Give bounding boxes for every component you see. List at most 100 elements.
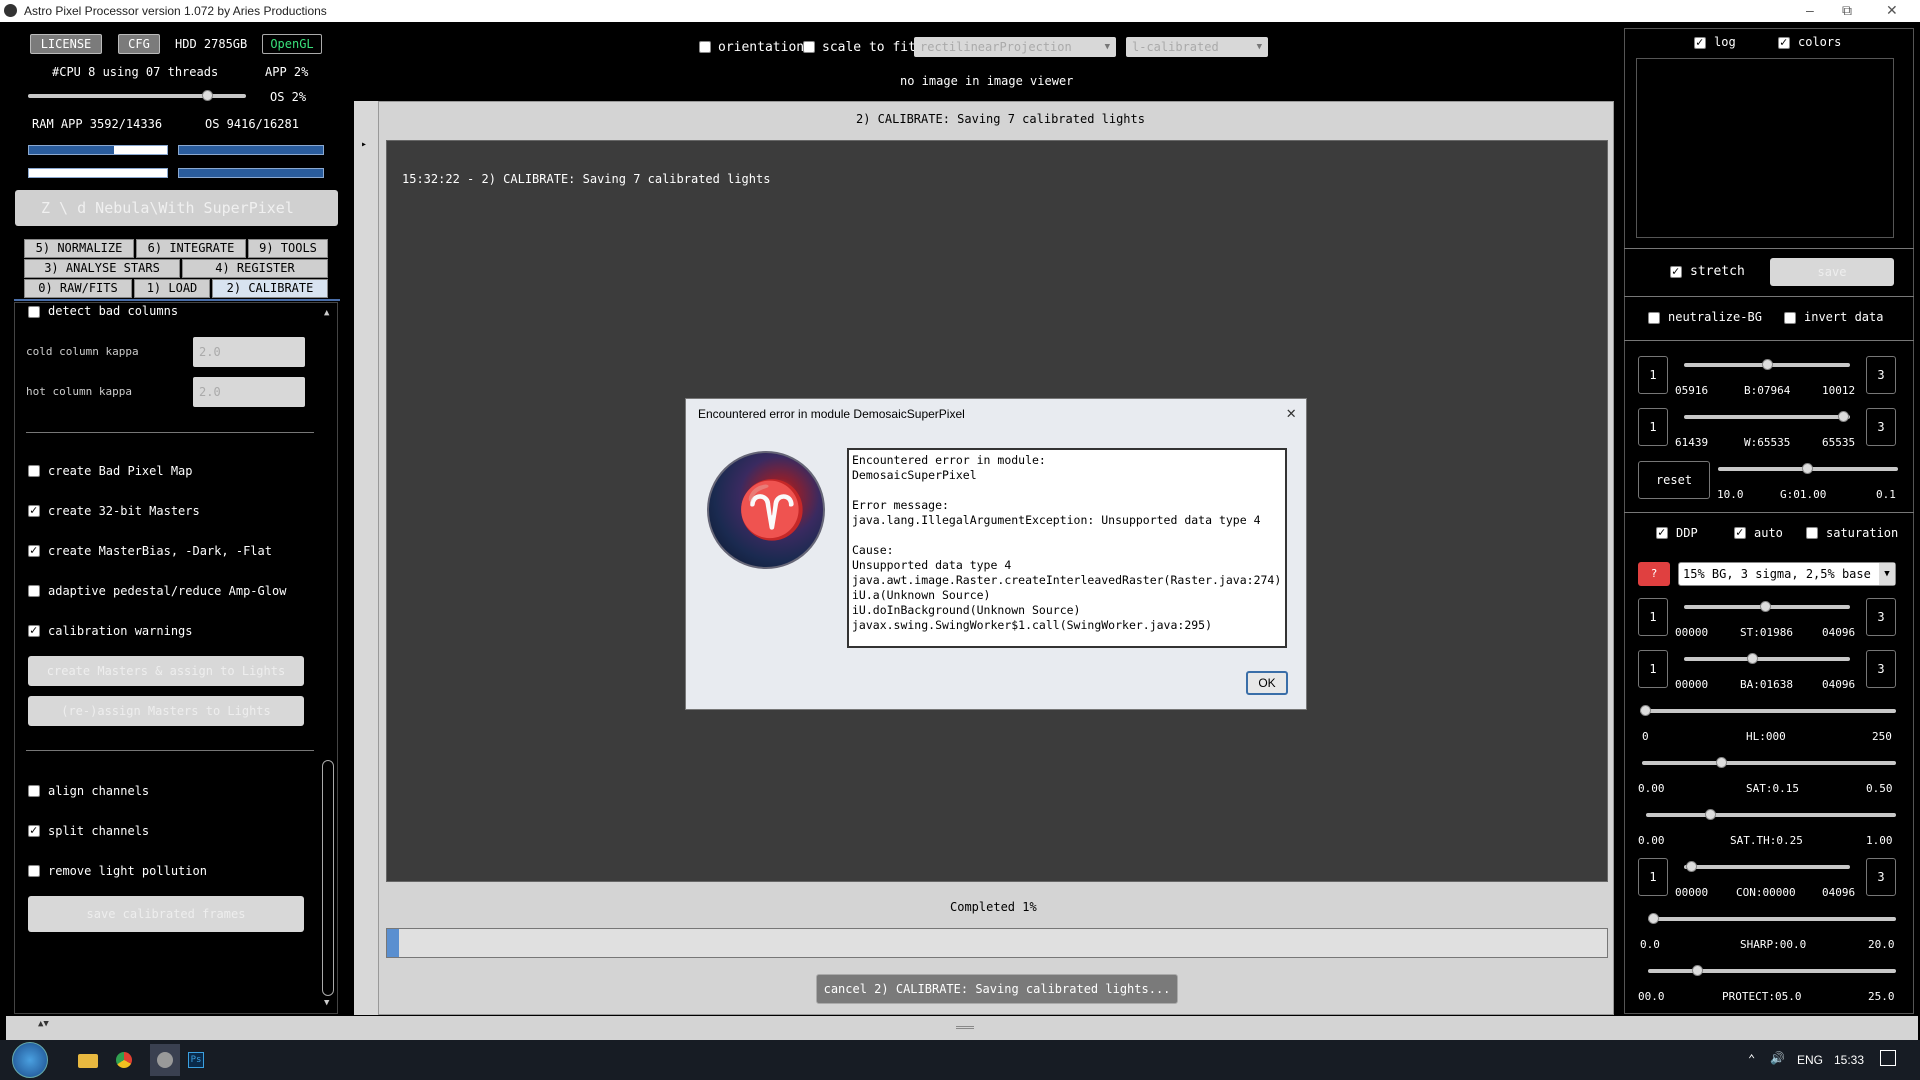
tab-analyse-stars[interactable]: 3) ANALYSE STARS <box>24 259 180 278</box>
license-button[interactable]: LICENSE <box>30 34 102 54</box>
ba-max-button[interactable]: 3 <box>1866 650 1896 688</box>
save-image-button[interactable]: save <box>1770 258 1894 286</box>
threads-slider-knob[interactable] <box>202 90 213 101</box>
b-max-button[interactable]: 3 <box>1866 356 1896 394</box>
st-min-button[interactable]: 1 <box>1638 598 1668 636</box>
tab-load[interactable]: 1) LOAD <box>134 279 210 298</box>
con-slider-knob[interactable] <box>1686 861 1697 872</box>
help-button[interactable]: ? <box>1638 562 1670 586</box>
protect-slider-knob[interactable] <box>1692 965 1703 976</box>
app-active-icon[interactable] <box>150 1044 180 1076</box>
ddp-checkbox[interactable] <box>1656 525 1668 539</box>
align-channels-checkbox[interactable] <box>28 785 40 797</box>
tab-normalize[interactable]: 5) NORMALIZE <box>24 239 134 258</box>
adaptive-pedestal-checkbox[interactable] <box>28 585 40 597</box>
projection-select[interactable]: rectilinearProjection ▼ <box>914 37 1116 57</box>
w-slider-knob[interactable] <box>1838 411 1849 422</box>
ddp-preset-select[interactable]: 15% BG, 3 sigma, 2,5% base ▼ <box>1678 562 1896 586</box>
colors-checkbox[interactable] <box>1778 35 1790 49</box>
neutralize-bg-checkbox[interactable] <box>1648 312 1660 324</box>
tab-raw-fits[interactable]: 0) RAW/FITS <box>24 279 132 298</box>
sat-threshold-slider[interactable] <box>1646 813 1896 817</box>
con-max-button[interactable]: 3 <box>1866 858 1896 896</box>
remove-light-pollution-checkbox[interactable] <box>28 865 40 877</box>
split-channels-checkbox[interactable] <box>28 823 40 837</box>
detect-bad-columns-checkbox[interactable] <box>28 306 40 318</box>
scale-to-fit-label: scale to fit <box>822 40 916 55</box>
file-explorer-icon[interactable] <box>78 1054 98 1068</box>
ba-slider[interactable] <box>1684 657 1850 661</box>
create-32bit-masters-checkbox[interactable] <box>28 503 40 517</box>
stretch-checkbox[interactable] <box>1670 264 1682 278</box>
left-scrollbar-thumb[interactable] <box>322 760 334 996</box>
collapse-arrow-icon[interactable]: ▸ <box>361 139 367 150</box>
window-title: Astro Pixel Processor version 1.072 by A… <box>24 4 327 18</box>
sharp-slider[interactable] <box>1648 917 1896 921</box>
ba-min-button[interactable]: 1 <box>1638 650 1668 688</box>
saturation-checkbox[interactable] <box>1806 527 1818 539</box>
st-max-button[interactable]: 3 <box>1866 598 1896 636</box>
create-masters-label: create MasterBias, -Dark, -Flat <box>48 544 272 558</box>
g-slider-knob[interactable] <box>1802 463 1813 474</box>
b-min-button[interactable]: 1 <box>1638 356 1668 394</box>
hot-column-kappa-select[interactable]: 2.0 <box>193 377 305 407</box>
resize-arrows-icon[interactable]: ▲▼ <box>38 1019 49 1029</box>
speaker-icon[interactable]: 🔊 <box>1770 1051 1785 1065</box>
tab-calibrate[interactable]: 2) CALIBRATE <box>212 279 328 298</box>
threads-slider[interactable] <box>28 94 246 98</box>
w-slider[interactable] <box>1684 415 1850 419</box>
create-bad-pixel-map-checkbox[interactable] <box>28 465 40 477</box>
calibration-warnings-checkbox[interactable] <box>28 623 40 637</box>
minimize-icon[interactable]: – <box>1806 2 1814 18</box>
con-min-button[interactable]: 1 <box>1638 858 1668 896</box>
hl-slider[interactable] <box>1640 709 1896 713</box>
hl-slider-knob[interactable] <box>1640 705 1651 716</box>
ok-button[interactable]: OK <box>1246 671 1288 695</box>
mode-select[interactable]: l-calibrated ▼ <box>1126 37 1268 57</box>
sat-threshold-slider-knob[interactable] <box>1705 809 1716 820</box>
start-button-icon[interactable] <box>12 1042 48 1078</box>
splitter-left[interactable]: ▸ <box>354 101 378 1015</box>
notifications-icon[interactable] <box>1880 1050 1896 1066</box>
auto-checkbox[interactable] <box>1734 525 1746 539</box>
st-slider-knob[interactable] <box>1760 601 1771 612</box>
orientation-checkbox[interactable] <box>699 41 711 53</box>
opengl-button[interactable]: OpenGL <box>262 34 322 54</box>
cold-column-kappa-select[interactable]: 2.0 <box>193 337 305 367</box>
w-max-button[interactable]: 3 <box>1866 408 1896 446</box>
clock[interactable]: 15:33 <box>1834 1053 1864 1067</box>
left-scrollbar[interactable]: ▲ ▼ <box>320 306 336 1010</box>
save-calibrated-frames-button[interactable]: save calibrated frames <box>28 896 304 932</box>
protect-slider[interactable] <box>1648 969 1896 973</box>
con-slider[interactable] <box>1684 865 1850 869</box>
ddp-label: DDP <box>1676 526 1698 540</box>
grip-icon[interactable] <box>956 1026 974 1029</box>
dialog-close-icon[interactable]: ✕ <box>1286 403 1296 422</box>
language-indicator[interactable]: ENG <box>1797 1053 1823 1067</box>
restore-icon[interactable]: ⧉ <box>1842 2 1852 19</box>
tray-up-arrow-icon[interactable]: ⌃ <box>1748 1052 1755 1066</box>
create-masters-checkbox[interactable] <box>28 543 40 557</box>
sharp-slider-knob[interactable] <box>1648 913 1659 924</box>
reset-button[interactable]: reset <box>1638 461 1710 499</box>
invert-data-checkbox[interactable] <box>1784 312 1796 324</box>
create-masters-assign-button[interactable]: create Masters & assign to Lights <box>28 656 304 686</box>
log-checkbox[interactable] <box>1694 35 1706 49</box>
cfg-button[interactable]: CFG <box>118 34 160 54</box>
tab-register[interactable]: 4) REGISTER <box>182 259 328 278</box>
reassign-masters-button[interactable]: (re-)assign Masters to Lights <box>28 696 304 726</box>
sat-slider-knob[interactable] <box>1716 757 1727 768</box>
photoshop-icon[interactable]: Ps <box>188 1052 204 1068</box>
tab-tools[interactable]: 9) TOOLS <box>248 239 328 258</box>
close-icon[interactable]: ✕ <box>1886 2 1898 19</box>
cancel-button[interactable]: cancel 2) CALIBRATE: Saving calibrated l… <box>816 974 1178 1004</box>
w-min-button[interactable]: 1 <box>1638 408 1668 446</box>
scale-to-fit-checkbox[interactable] <box>803 41 815 53</box>
working-directory[interactable]: Z \ d Nebula\With SuperPixel <box>15 190 338 226</box>
ba-slider-knob[interactable] <box>1747 653 1758 664</box>
chrome-icon[interactable] <box>116 1052 132 1068</box>
st-value: ST:01986 <box>1740 626 1793 639</box>
tab-integrate[interactable]: 6) INTEGRATE <box>136 239 246 258</box>
sat-slider[interactable] <box>1642 761 1896 765</box>
b-slider-knob[interactable] <box>1762 359 1773 370</box>
